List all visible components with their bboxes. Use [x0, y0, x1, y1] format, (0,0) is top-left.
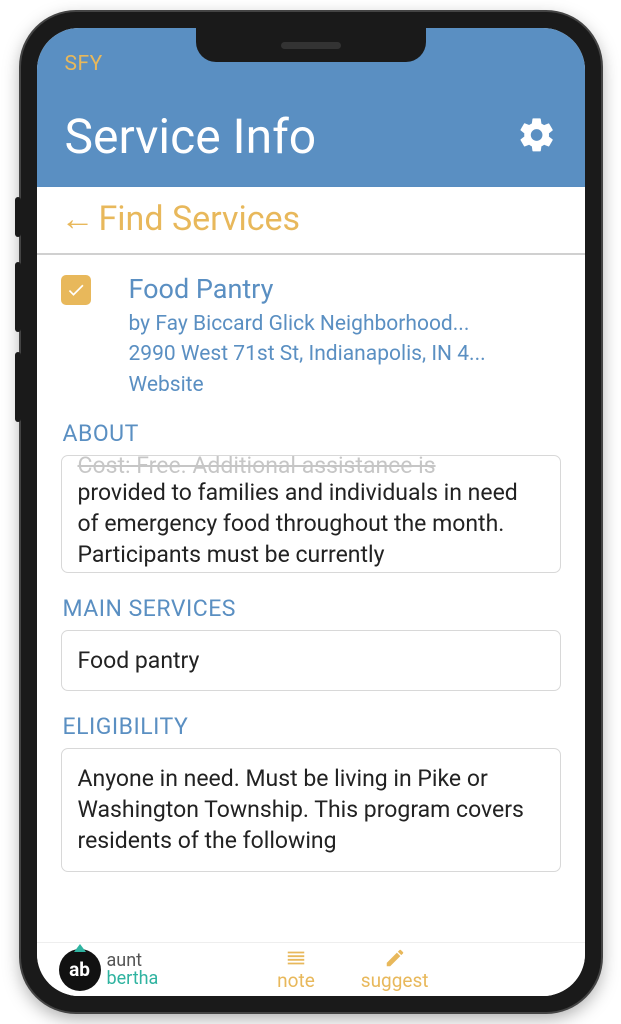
- main-services-text: Food pantry: [78, 647, 200, 674]
- about-text: provided to families and individuals in …: [78, 479, 518, 568]
- phone-side-button: [15, 197, 21, 237]
- service-name[interactable]: Food Pantry: [129, 273, 561, 305]
- note-label: note: [277, 969, 315, 992]
- gear-icon: [517, 115, 557, 155]
- brand-line1: aunt: [107, 952, 159, 969]
- pencil-icon: [382, 947, 408, 969]
- arrow-left-icon: ←: [61, 199, 95, 239]
- phone-frame: SFY Service Info ← Find Services Food Pa…: [21, 12, 601, 1012]
- settings-button[interactable]: [517, 115, 557, 159]
- brand-line2: bertha: [107, 970, 159, 987]
- service-provider[interactable]: by Fay Biccard Glick Neighborhood...: [129, 309, 561, 339]
- about-box[interactable]: Cost: Free. Additional assistance is pro…: [61, 455, 561, 573]
- main-services-label: MAIN SERVICES: [63, 595, 561, 622]
- brand-badge-text: ab: [69, 958, 90, 981]
- check-icon: [66, 280, 86, 300]
- back-link[interactable]: ← Find Services: [61, 199, 561, 239]
- service-info: Food Pantry by Fay Biccard Glick Neighbo…: [129, 273, 561, 400]
- content-area: Food Pantry by Fay Biccard Glick Neighbo…: [37, 255, 585, 942]
- eligibility-text: Anyone in need. Must be living in Pike o…: [78, 765, 524, 854]
- suggest-label: suggest: [361, 969, 429, 992]
- screen: SFY Service Info ← Find Services Food Pa…: [37, 28, 585, 996]
- suggest-button[interactable]: suggest: [361, 947, 429, 992]
- bottom-actions: note suggest: [277, 947, 428, 992]
- phone-volume-down: [15, 352, 21, 422]
- bottom-bar: ab aunt bertha note suggest: [37, 942, 585, 996]
- eligibility-label: ELIGIBILITY: [63, 713, 561, 740]
- note-button[interactable]: note: [277, 947, 315, 992]
- brand-text: aunt bertha: [107, 952, 159, 986]
- service-website-link[interactable]: Website: [129, 370, 561, 400]
- brand-badge: ab: [59, 949, 101, 991]
- page-title: Service Info: [65, 108, 317, 165]
- service-header: Food Pantry by Fay Biccard Glick Neighbo…: [61, 273, 561, 400]
- brand[interactable]: ab aunt bertha: [59, 949, 159, 991]
- service-address[interactable]: 2990 West 71st St, Indianapolis, IN 4...: [129, 339, 561, 369]
- main-services-box[interactable]: Food pantry: [61, 630, 561, 691]
- note-icon: [283, 947, 309, 969]
- clipped-prev-line: Cost: Free. Additional assistance is: [78, 455, 544, 481]
- phone-notch: [196, 28, 426, 62]
- phone-volume-up: [15, 262, 21, 332]
- nav-bar: ← Find Services: [37, 187, 585, 255]
- back-label: Find Services: [99, 199, 301, 239]
- about-label: ABOUT: [63, 420, 561, 447]
- eligibility-box[interactable]: Anyone in need. Must be living in Pike o…: [61, 748, 561, 871]
- service-checkbox[interactable]: [61, 275, 91, 305]
